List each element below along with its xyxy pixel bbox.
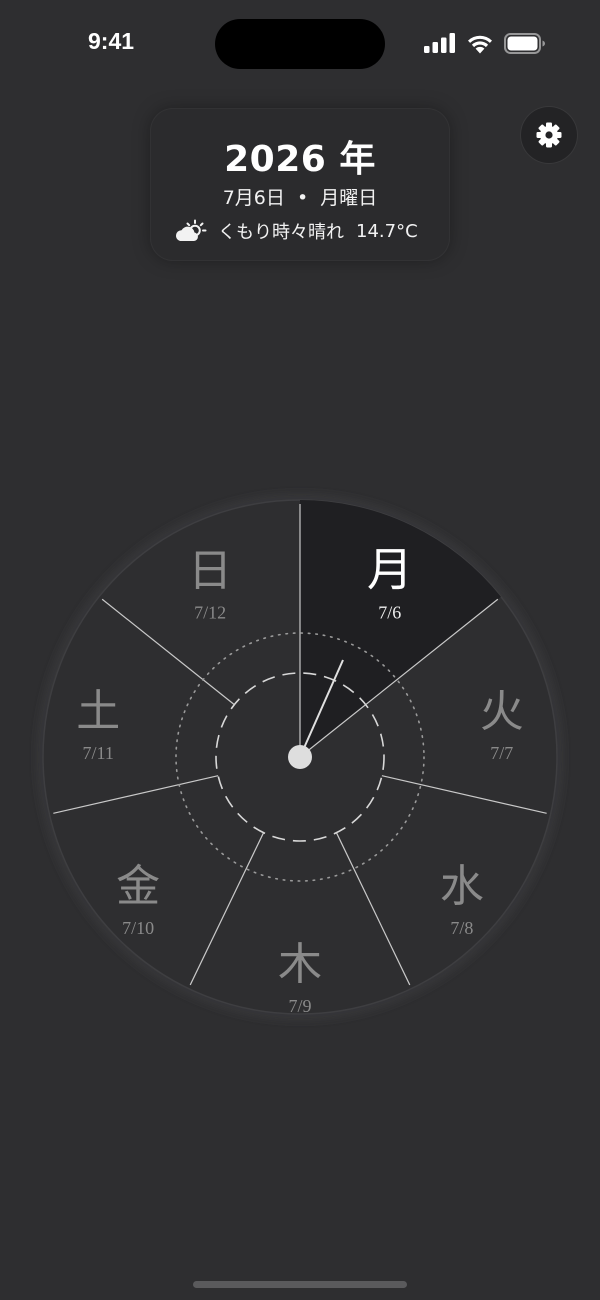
day-7-date: 7/12 <box>194 602 226 622</box>
day-4-date: 7/9 <box>288 996 311 1016</box>
screen: 9:41 2026 年 7月6日 • 月曜日 くもり時々晴れ 14.7°C 月 … <box>0 0 600 1300</box>
day-1-date: 7/6 <box>378 602 401 622</box>
day-4-kanji: 木 <box>278 939 322 990</box>
day-5-kanji: 金 <box>116 861 160 912</box>
home-indicator[interactable] <box>193 1281 407 1288</box>
day-6-kanji: 土 <box>76 686 120 737</box>
day-7-kanji: 日 <box>188 545 232 596</box>
dial-center-knob[interactable] <box>288 745 312 769</box>
day-5-date: 7/10 <box>122 918 154 938</box>
week-dial: 月 7/6 火 7/7 水 7/8 木 7/9 金 7/10 土 7/11 日 7/12 <box>39 496 561 1018</box>
day-1-kanji: 月 <box>367 542 413 596</box>
day-2-kanji: 火 <box>480 686 524 737</box>
day-3-kanji: 水 <box>440 861 484 912</box>
day-2-date: 7/7 <box>490 743 513 763</box>
day-6-date: 7/11 <box>83 743 114 763</box>
day-3-date: 7/8 <box>450 918 473 938</box>
